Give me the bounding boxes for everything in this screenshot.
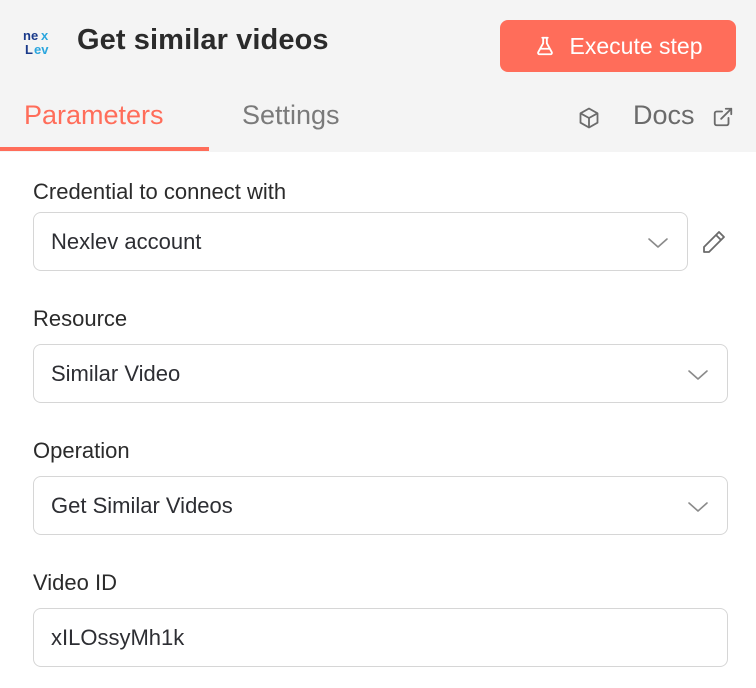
execute-step-label: Execute step [569,32,703,59]
resource-label: Resource [33,306,128,331]
svg-text:ne: ne [23,28,38,43]
resource-select[interactable]: Similar Video [33,344,728,403]
active-tab-indicator [0,147,209,151]
video-id-value: xILOssyMh1k [51,624,185,650]
operation-value: Get Similar Videos [51,492,233,518]
video-id-input[interactable]: xILOssyMh1k [33,608,728,667]
flask-icon [536,36,553,56]
credential-label: Credential to connect with [33,179,287,204]
tab-parameters[interactable]: Parameters [24,100,164,131]
docs-link[interactable]: Docs [633,100,695,131]
credential-select[interactable]: Nexlev account [33,212,688,271]
cube-icon[interactable] [577,106,601,130]
resource-value: Similar Video [51,360,181,386]
edit-credential-pencil-icon[interactable] [700,228,728,256]
svg-text:L: L [25,42,33,56]
chevron-down-icon [688,370,708,380]
operation-label: Operation [33,438,130,463]
external-link-icon[interactable] [712,106,734,128]
operation-select[interactable]: Get Similar Videos [33,476,728,535]
credential-value: Nexlev account [51,228,202,254]
tab-settings[interactable]: Settings [242,100,340,131]
chevron-down-icon [688,502,708,512]
svg-text:x: x [41,28,49,43]
execute-step-button[interactable]: Execute step [500,20,736,72]
chevron-down-icon [648,238,668,248]
node-title: Get similar videos [77,24,329,56]
node-header: ne x L ev Get similar videos Execute ste… [0,0,756,152]
video-id-label: Video ID [33,570,117,595]
svg-text:ev: ev [34,42,49,56]
nexlev-logo-icon: ne x L ev [23,28,49,56]
